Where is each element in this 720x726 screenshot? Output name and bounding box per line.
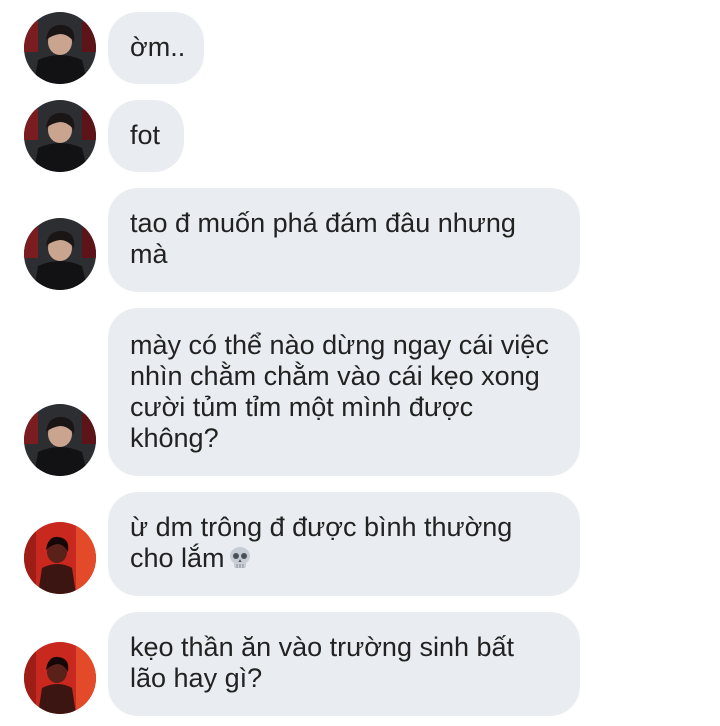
message-bubble[interactable]: fot bbox=[108, 100, 184, 172]
message-bubble[interactable]: tao đ muốn phá đám đâu nhưng mà bbox=[108, 188, 580, 292]
avatar-image bbox=[24, 218, 96, 290]
message-text-with-emoji: cho lắm bbox=[130, 543, 558, 578]
avatar-image bbox=[24, 642, 96, 714]
message-text: fot bbox=[130, 120, 161, 150]
message-text: nhìn chằm chằm vào cái kẹo xong bbox=[130, 361, 540, 391]
message-bubble[interactable]: mày có thể nào dừng ngay cái việc nhìn c… bbox=[108, 308, 580, 476]
message-text: tao đ muốn phá đám đâu nhưng bbox=[130, 208, 516, 238]
avatar-image bbox=[24, 404, 96, 476]
message-text: cười tủm tỉm một mình được bbox=[130, 392, 474, 422]
message-bubble[interactable]: kẹo thần ăn vào trường sinh bất lão hay … bbox=[108, 612, 580, 716]
message-text: không? bbox=[130, 423, 219, 453]
skull-icon bbox=[227, 545, 253, 578]
avatar-image bbox=[24, 522, 96, 594]
message-text: lão hay gì? bbox=[130, 663, 263, 693]
avatar-image bbox=[24, 100, 96, 172]
message-bubble[interactable]: ờm.. bbox=[108, 12, 204, 84]
message-text: ờm.. bbox=[130, 32, 186, 62]
message-text: mày có thể nào dừng ngay cái việc bbox=[130, 330, 549, 360]
avatar-friend-a[interactable] bbox=[24, 100, 96, 172]
avatar-friend-b[interactable] bbox=[24, 642, 96, 714]
avatar-friend-a[interactable] bbox=[24, 404, 96, 476]
message-text: ừ dm trông đ được bình thường bbox=[130, 512, 513, 542]
message-text: mà bbox=[130, 239, 168, 269]
avatar-friend-a[interactable] bbox=[24, 12, 96, 84]
avatar-image bbox=[24, 12, 96, 84]
avatar-friend-b[interactable] bbox=[24, 522, 96, 594]
message-text: kẹo thần ăn vào trường sinh bất bbox=[130, 632, 515, 662]
message-bubble[interactable]: ừ dm trông đ được bình thường cho lắm bbox=[108, 492, 580, 596]
avatar-friend-a[interactable] bbox=[24, 218, 96, 290]
message-text: cho lắm bbox=[130, 543, 225, 573]
